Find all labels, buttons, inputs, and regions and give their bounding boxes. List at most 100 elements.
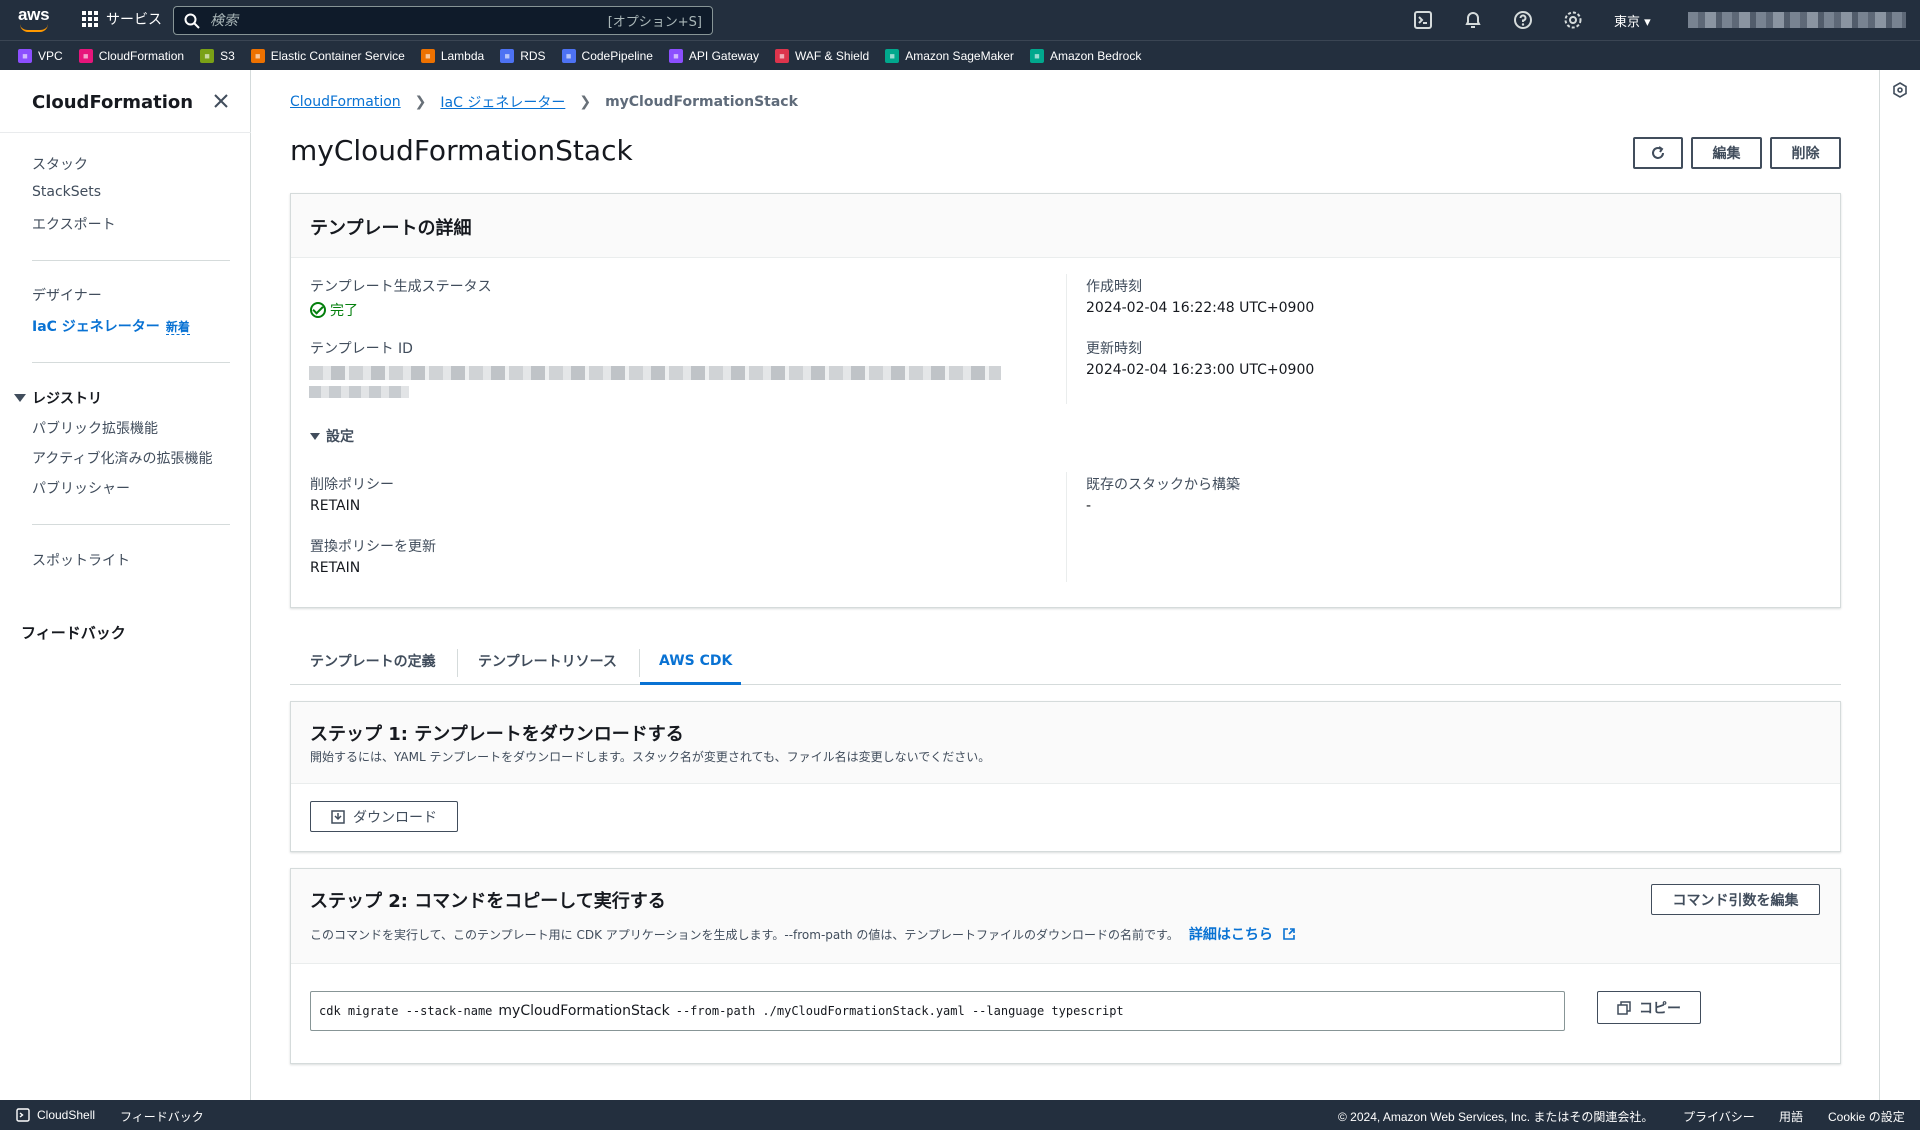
api-gateway-icon: ■	[668, 48, 683, 63]
region-selector[interactable]: 東京 ▾	[1614, 11, 1651, 30]
command-stack-name: myCloudFormationStack	[498, 1003, 670, 1019]
card-title: テンプレートの詳細	[310, 218, 472, 239]
edit-button[interactable]: 編集	[1691, 137, 1762, 169]
sidebar-item-activated-extensions[interactable]: アクティブ化済みの拡張機能	[32, 448, 212, 468]
updated-value: 2024-02-04 16:23:00 UTC+0900	[1086, 362, 1315, 378]
refresh-button[interactable]	[1633, 137, 1683, 169]
sidebar-item-designer[interactable]: デザイナー	[32, 285, 102, 305]
chevron-right-icon: ❯	[414, 94, 427, 110]
step2-title: ステップ 2: コマンドをコピーして実行する	[310, 891, 666, 912]
bell-icon[interactable]	[1463, 10, 1483, 30]
favorite-cloudformation[interactable]: ■ CloudFormation	[78, 48, 184, 63]
footer-cloudshell-link[interactable]: CloudShell	[37, 1108, 95, 1122]
sidebar-item-spotlight[interactable]: スポットライト	[32, 550, 130, 570]
favorite-label: Amazon SageMaker	[905, 48, 1014, 63]
sidebar-section-registry[interactable]: レジストリ	[14, 388, 102, 408]
footer-feedback-link[interactable]: フィードバック	[120, 1108, 204, 1125]
sidebar-item-stacksets[interactable]: StackSets	[32, 184, 101, 200]
codepipeline-icon: ■	[561, 48, 576, 63]
vpc-icon: ■	[18, 48, 32, 63]
copy-button[interactable]: コピー	[1597, 991, 1701, 1024]
favorite-label: RDS	[520, 48, 546, 63]
step2-description: このコマンドを実行して、このテンプレート用に CDK アプリケーションを生成しま…	[310, 927, 1179, 942]
favorite-sagemaker[interactable]: ■ Amazon SageMaker	[885, 48, 1014, 63]
tab-template-resources[interactable]: テンプレートリソース	[478, 637, 617, 685]
cloudformation-icon: ■	[78, 48, 93, 63]
favorite-api-gateway[interactable]: ■ API Gateway	[668, 48, 759, 63]
from-stack-value: -	[1086, 498, 1092, 514]
sidebar-item-exports[interactable]: エクスポート	[32, 214, 116, 234]
ecs-icon: ■	[250, 48, 265, 63]
favorite-waf[interactable]: ■ WAF & Shield	[774, 48, 870, 63]
search-box[interactable]: [オプション+S]	[173, 6, 713, 35]
step1-title: ステップ 1: テンプレートをダウンロードする	[310, 724, 684, 745]
aws-logo[interactable]: aws	[18, 6, 52, 34]
breadcrumb-cloudformation[interactable]: CloudFormation	[290, 94, 401, 110]
favorite-rds[interactable]: ■ RDS	[500, 48, 546, 63]
chevron-right-icon: ❯	[579, 94, 592, 110]
favorite-vpc[interactable]: ■ VPC	[18, 48, 63, 63]
settings-icon[interactable]	[1563, 10, 1583, 30]
search-input[interactable]	[210, 12, 608, 29]
tab-separator	[457, 649, 458, 677]
footer-cookie-link[interactable]: Cookie の設定	[1828, 1108, 1905, 1125]
caret-down-icon	[14, 394, 26, 402]
tab-aws-cdk[interactable]: AWS CDK	[659, 637, 732, 685]
aws-smile-icon	[20, 24, 48, 32]
delete-button[interactable]: 削除	[1770, 137, 1841, 169]
favorite-label: VPC	[38, 48, 63, 63]
favorite-bedrock[interactable]: ■ Amazon Bedrock	[1029, 48, 1141, 63]
tab-separator	[639, 649, 640, 677]
favorite-codepipeline[interactable]: ■ CodePipeline	[561, 48, 653, 63]
account-menu[interactable]	[1688, 12, 1906, 28]
favorite-ecs[interactable]: ■ Elastic Container Service	[250, 48, 405, 63]
bedrock-icon: ■	[1029, 48, 1044, 63]
breadcrumb-iac-generator[interactable]: IaC ジェネレーター	[440, 92, 565, 112]
close-icon[interactable]	[212, 92, 230, 110]
settings-expander[interactable]: 設定	[310, 426, 354, 446]
favorite-label: CodePipeline	[581, 48, 653, 63]
cloudshell-icon[interactable]	[1413, 10, 1433, 30]
step1-description: 開始するには、YAML テンプレートをダウンロードします。スタック名が変更されて…	[310, 750, 991, 764]
download-icon	[331, 809, 345, 824]
step2-description-row: このコマンドを実行して、このテンプレート用に CDK アプリケーションを生成しま…	[310, 924, 1296, 944]
waf-icon: ■	[774, 48, 789, 63]
help-icon[interactable]	[1513, 10, 1533, 30]
sidebar-item-publishers[interactable]: パブリッシャー	[32, 478, 130, 498]
command-box[interactable]: cdk migrate --stack-name myCloudFormatio…	[310, 991, 1565, 1031]
sidebar-section-label: レジストリ	[32, 391, 102, 407]
template-details-card: テンプレートの詳細 テンプレート生成ステータス 完了 テンプレート ID 作成時…	[290, 193, 1841, 608]
page-title: myCloudFormationStack	[290, 134, 633, 167]
sidebar-divider	[0, 132, 251, 133]
favorite-label: API Gateway	[688, 48, 759, 63]
top-navigation: aws サービス [オプション+S] 東京 ▾	[0, 0, 1920, 40]
edit-command-args-button[interactable]: コマンド引数を編集	[1651, 884, 1820, 915]
step1-card: ステップ 1: テンプレートをダウンロードする 開始するには、YAML テンプレ…	[290, 701, 1841, 852]
favorite-s3[interactable]: ■ S3	[200, 48, 235, 63]
sidebar-item-iac-generator[interactable]: IaC ジェネレーター 新着	[32, 316, 190, 336]
tab-template-definition[interactable]: テンプレートの定義	[310, 637, 436, 685]
download-button[interactable]: ダウンロード	[310, 801, 458, 832]
info-panel-icon[interactable]	[1892, 82, 1908, 98]
success-check-icon	[310, 302, 326, 318]
favorite-label: Lambda	[440, 48, 485, 63]
card-header: ステップ 2: コマンドをコピーして実行する このコマンドを実行して、このテンプ…	[291, 869, 1840, 964]
sidebar-feedback-link[interactable]: フィードバック	[21, 622, 126, 643]
side-navigation: CloudFormation スタック StackSets エクスポート デザイ…	[0, 70, 251, 1100]
services-menu-button[interactable]: サービス	[82, 9, 162, 29]
sidebar-item-public-extensions[interactable]: パブリック拡張機能	[32, 418, 158, 438]
sidebar-item-stacks[interactable]: スタック	[32, 154, 88, 174]
refresh-icon	[1652, 146, 1664, 159]
search-icon	[184, 13, 200, 29]
learn-more-link[interactable]: 詳細はこちら	[1189, 924, 1296, 944]
footer-terms-link[interactable]: 用語	[1779, 1108, 1803, 1125]
footer-privacy-link[interactable]: プライバシー	[1683, 1108, 1755, 1125]
favorite-lambda[interactable]: ■ Lambda	[420, 48, 485, 63]
favorite-label: WAF & Shield	[794, 48, 870, 63]
created-label: 作成時刻	[1086, 279, 1142, 295]
column-divider	[1066, 274, 1067, 404]
caret-down-icon	[310, 432, 320, 440]
sidebar-separator	[32, 524, 230, 525]
lambda-icon: ■	[420, 48, 435, 63]
template-id-value-cont	[309, 386, 409, 398]
